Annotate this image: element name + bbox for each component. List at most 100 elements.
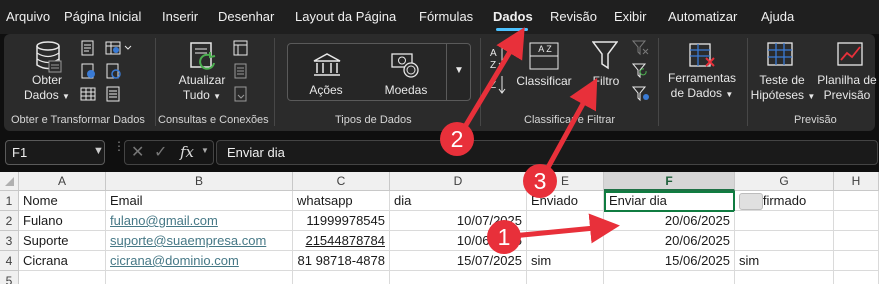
cell-c3[interactable]: 21544878784: [293, 231, 390, 251]
edit-links-icon[interactable]: [233, 86, 249, 107]
cell-b3[interactable]: suporte@suaempresa.com: [106, 231, 293, 251]
cell-h4[interactable]: [834, 251, 879, 271]
refresh-all-button[interactable]: Tudo ▼: [174, 88, 230, 104]
data-tools-button[interactable]: de Dados ▼: [664, 86, 740, 102]
cell-d3[interactable]: 10/06/2025: [390, 231, 527, 251]
row-header-1[interactable]: 1: [0, 191, 19, 211]
row-header-5[interactable]: 5: [0, 271, 19, 284]
refresh-icon[interactable]: [188, 41, 218, 76]
cell-c5[interactable]: [293, 271, 390, 284]
cell-d1[interactable]: dia: [390, 191, 527, 211]
cell-f5[interactable]: [604, 271, 735, 284]
select-all-button[interactable]: [0, 172, 19, 191]
what-if-analysis-button[interactable]: Hipóteses ▼: [748, 88, 818, 104]
data-types-expand-button[interactable]: ▼: [446, 43, 471, 101]
what-if-analysis-icon[interactable]: [766, 40, 796, 75]
query-properties-icon[interactable]: [233, 63, 249, 84]
cell-f2[interactable]: 20/06/2025: [604, 211, 735, 231]
queries-connections-icon[interactable]: [233, 40, 249, 61]
clear-filter-icon[interactable]: [631, 40, 650, 61]
cell-h5[interactable]: [834, 271, 879, 284]
from-web-icon[interactable]: [80, 63, 96, 84]
currencies-icon[interactable]: [390, 51, 420, 84]
cell-b2[interactable]: fulano@gmail.com: [106, 211, 293, 231]
formula-bar-grip-icon[interactable]: ⋮: [113, 140, 125, 161]
cell-g3[interactable]: [735, 231, 834, 251]
cell-f3[interactable]: 20/06/2025: [604, 231, 735, 251]
cell-g5[interactable]: [735, 271, 834, 284]
column-header-g[interactable]: G: [735, 172, 834, 191]
chevron-down-icon[interactable]: ▼: [93, 145, 104, 157]
from-table-icon[interactable]: [80, 86, 96, 107]
cell-d2[interactable]: 10/07/2025: [390, 211, 527, 231]
forecast-sheet-label-1[interactable]: Planilha de: [816, 73, 878, 88]
column-header-a[interactable]: A: [19, 172, 106, 191]
filter-button-label[interactable]: Filtro: [584, 74, 628, 89]
column-header-d[interactable]: D: [390, 172, 527, 191]
cell-b1[interactable]: Email: [106, 191, 293, 211]
row-header-4[interactable]: 4: [0, 251, 19, 271]
reapply-filter-icon[interactable]: [631, 63, 650, 84]
insert-function-icon[interactable]: fx: [180, 143, 194, 161]
advanced-filter-icon[interactable]: [631, 86, 650, 107]
cell-h1[interactable]: [834, 191, 879, 211]
cell-e3[interactable]: [527, 231, 604, 251]
cell-c2[interactable]: 11999978545: [293, 211, 390, 231]
cell-e1[interactable]: Enviado: [527, 191, 604, 211]
cell-a4[interactable]: Cicrana: [19, 251, 106, 271]
cell-d5[interactable]: [390, 271, 527, 284]
tab-exibir[interactable]: Exibir: [614, 9, 647, 24]
cell-e4[interactable]: sim: [527, 251, 604, 271]
cell-c4[interactable]: 81 98718-4878: [293, 251, 390, 271]
column-header-e[interactable]: E: [527, 172, 604, 191]
row-header-3[interactable]: 3: [0, 231, 19, 251]
cell-b5[interactable]: [106, 271, 293, 284]
tab-arquivo[interactable]: Arquivo: [6, 9, 50, 24]
from-text-icon[interactable]: [80, 40, 96, 61]
stocks-bank-icon[interactable]: [312, 52, 342, 83]
name-box[interactable]: F1 ▼: [5, 140, 105, 165]
cell-b4[interactable]: cicrana@dominio.com: [106, 251, 293, 271]
cell-e2[interactable]: [527, 211, 604, 231]
cell-g4[interactable]: sim: [735, 251, 834, 271]
tab-automatizar[interactable]: Automatizar: [668, 9, 737, 24]
data-tools-icon[interactable]: [688, 40, 718, 75]
chevron-down-icon[interactable]: ▼: [201, 146, 209, 155]
get-data-button[interactable]: Dados ▼: [20, 88, 74, 104]
cell-f4[interactable]: 15/06/2025: [604, 251, 735, 271]
cell-a2[interactable]: Fulano: [19, 211, 106, 231]
tab-formulas[interactable]: Fórmulas: [419, 9, 473, 24]
cell-a3[interactable]: Suporte: [19, 231, 106, 251]
cell-h2[interactable]: [834, 211, 879, 231]
cancel-icon[interactable]: ✕: [131, 142, 144, 162]
cell-a1[interactable]: Nome: [19, 191, 106, 211]
sort-dialog-icon[interactable]: A Z: [529, 42, 559, 75]
cell-d4[interactable]: 15/07/2025: [390, 251, 527, 271]
tab-revisao[interactable]: Revisão: [550, 9, 597, 24]
existing-connections-icon[interactable]: [105, 63, 121, 84]
sort-az-icon[interactable]: A Z Z: [489, 42, 507, 101]
recent-sources-icon[interactable]: [105, 40, 133, 61]
properties-icon[interactable]: [105, 86, 121, 107]
cell-a5[interactable]: [19, 271, 106, 284]
enter-check-icon[interactable]: ✓: [154, 142, 167, 162]
tab-desenhar[interactable]: Desenhar: [218, 9, 274, 24]
row-header-2[interactable]: 2: [0, 211, 19, 231]
tab-layout-da-pagina[interactable]: Layout da Página: [295, 9, 396, 24]
tab-pagina-inicial[interactable]: Página Inicial: [64, 9, 141, 24]
tab-ajuda[interactable]: Ajuda: [761, 9, 794, 24]
sort-button-label[interactable]: Classificar: [510, 74, 578, 89]
column-header-c[interactable]: C: [293, 172, 390, 191]
filter-funnel-icon[interactable]: [591, 40, 619, 77]
cell-g2[interactable]: [735, 211, 834, 231]
cell-c1[interactable]: whatsapp: [293, 191, 390, 211]
column-header-b[interactable]: B: [106, 172, 293, 191]
column-header-f[interactable]: F: [604, 172, 735, 191]
cell-f1-selected[interactable]: Enviar dia: [604, 191, 735, 212]
column-header-h[interactable]: H: [834, 172, 879, 191]
forecast-sheet-icon[interactable]: [836, 40, 866, 75]
formula-input[interactable]: Enviar dia: [216, 140, 878, 165]
tab-dados[interactable]: Dados: [493, 9, 533, 24]
tab-inserir[interactable]: Inserir: [162, 9, 198, 24]
cell-e5[interactable]: [527, 271, 604, 284]
